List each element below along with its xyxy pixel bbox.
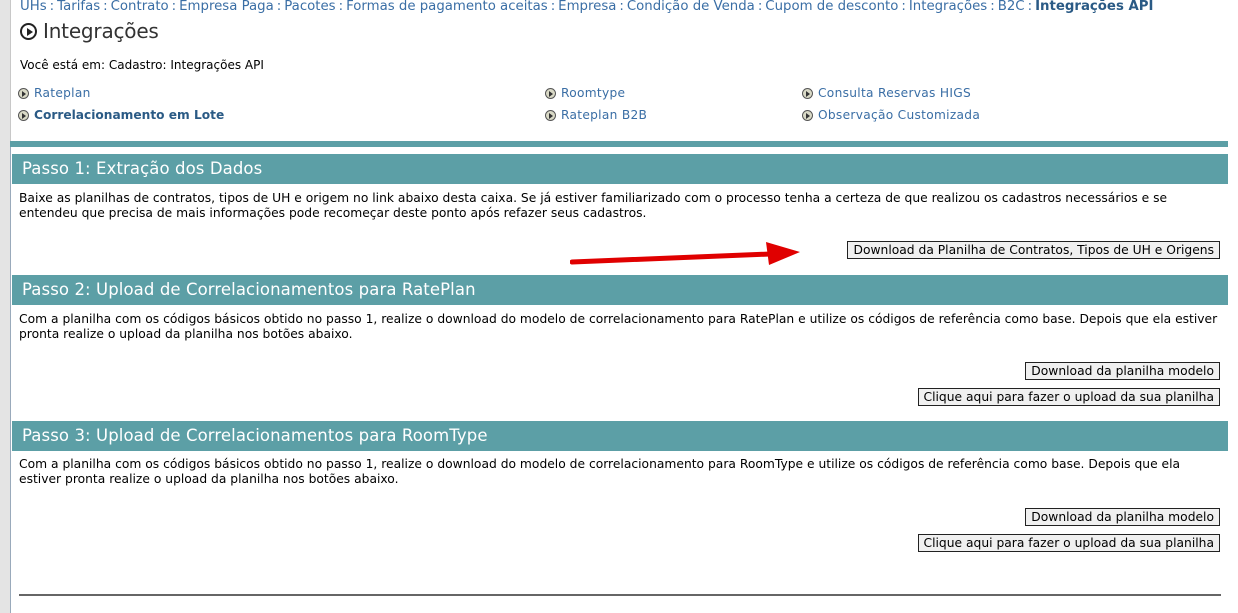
link-label: Correlacionamento em Lote: [34, 108, 225, 122]
nav-item[interactable]: Empresa Paga: [179, 0, 274, 14]
nav-separator: :: [1027, 0, 1033, 14]
step2-upload-button[interactable]: Clique aqui para fazer o upload da sua p…: [917, 388, 1220, 406]
nav-item[interactable]: UHs: [20, 0, 47, 14]
content-top-bar: [10, 141, 1228, 147]
step2-header: Passo 2: Upload de Correlacionamentos pa…: [12, 275, 1228, 305]
circle-arrow-icon: [545, 87, 556, 99]
nav-item[interactable]: Empresa: [558, 0, 616, 14]
red-arrow-icon: [570, 242, 800, 265]
nav-item[interactable]: Integrações API: [1035, 0, 1153, 14]
top-navigation: UHs: Tarifas: Contrato: Empresa Paga: Pacote…: [20, 0, 1153, 16]
bottom-divider: [19, 594, 1221, 596]
nav-item[interactable]: B2C: [998, 0, 1025, 14]
nav-separator: :: [103, 0, 108, 14]
nav-separator: :: [901, 0, 906, 14]
nav-separator: :: [171, 0, 177, 14]
link-observacao-customizada[interactable]: Observação Customizada: [802, 108, 980, 122]
link-correlacionamento-lote[interactable]: Correlacionamento em Lote: [18, 108, 224, 122]
download-contracts-button[interactable]: Download da Planilha de Contratos, Tipos…: [847, 241, 1220, 259]
nav-item[interactable]: Contrato: [111, 0, 169, 14]
step1-header: Passo 1: Extração dos Dados: [12, 154, 1228, 184]
nav-item[interactable]: Condição de Venda: [627, 0, 755, 14]
circle-arrow-icon: [802, 109, 813, 121]
quick-links: Rateplan Correlacionamento em Lote Roomt…: [18, 86, 1218, 126]
content-left-border: [10, 147, 11, 613]
nav-separator: :: [550, 0, 556, 14]
link-roomtype[interactable]: Roomtype: [545, 86, 625, 100]
step2-description: Com a planilha com os códigos básicos ob…: [19, 312, 1218, 341]
link-label: Rateplan: [34, 86, 91, 100]
step3-description: Com a planilha com os códigos básicos ob…: [19, 457, 1181, 486]
page-title-text: Integrações: [43, 19, 159, 43]
nav-item[interactable]: Pacotes: [284, 0, 335, 14]
link-label: Rateplan B2B: [561, 108, 648, 122]
nav-separator: :: [338, 0, 344, 14]
nav-separator: :: [276, 0, 282, 14]
link-label: Roomtype: [561, 86, 626, 100]
step2-download-model-button[interactable]: Download da planilha modelo: [1025, 362, 1220, 380]
link-consulta-reservas[interactable]: Consulta Reservas HIGS: [802, 86, 971, 100]
step3-header: Passo 3: Upload de Correlacionamentos pa…: [12, 421, 1228, 451]
link-label: Observação Customizada: [818, 108, 981, 122]
nav-separator: :: [757, 0, 763, 14]
circle-arrow-icon: [18, 109, 29, 121]
nav-item[interactable]: Tarifas: [57, 0, 100, 14]
nav-separator: :: [49, 0, 55, 14]
link-rateplan-b2b[interactable]: Rateplan B2B: [545, 108, 647, 122]
nav-item[interactable]: Cupom de desconto: [765, 0, 898, 14]
circle-arrow-icon: [18, 87, 29, 99]
link-label: Consulta Reservas HIGS: [818, 86, 971, 100]
breadcrumb: Você está em: Cadastro: Integrações API: [20, 58, 264, 72]
page-title: Integrações: [20, 18, 159, 44]
step3-upload-button[interactable]: Clique aqui para fazer o upload da sua p…: [917, 534, 1220, 552]
nav-item[interactable]: Formas de pagamento aceitas: [346, 0, 548, 14]
circle-arrow-icon: [20, 22, 37, 40]
nav-item[interactable]: Integrações: [909, 0, 987, 14]
nav-separator: :: [990, 0, 995, 14]
circle-arrow-icon: [802, 87, 813, 99]
link-rateplan[interactable]: Rateplan: [18, 86, 91, 100]
step3-download-model-button[interactable]: Download da planilha modelo: [1025, 508, 1220, 526]
nav-separator: :: [619, 0, 624, 14]
circle-arrow-icon: [545, 109, 556, 121]
step1-description: Baixe as planilhas de contratos, tipos d…: [19, 191, 1168, 220]
